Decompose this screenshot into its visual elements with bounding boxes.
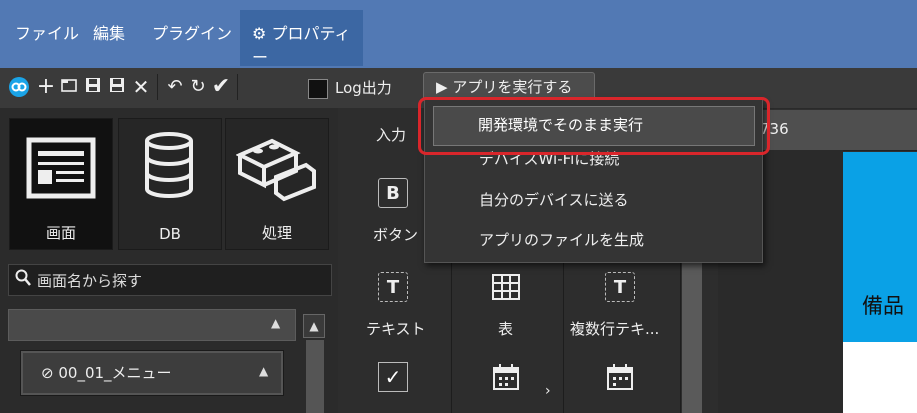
menu-edit[interactable]: 編集 <box>93 22 125 46</box>
preview-body <box>843 342 917 413</box>
palette-item-multiline-text[interactable]: 複数行テキ... <box>570 318 659 339</box>
chevron-up-icon: ▲ <box>259 364 269 378</box>
screen-icon <box>26 137 96 199</box>
menu-properties[interactable]: ⚙ プロパティー <box>240 10 363 67</box>
multiline-text-component-icon[interactable]: T <box>605 272 635 302</box>
check-icon[interactable]: ✔ <box>210 76 232 98</box>
table-icon[interactable] <box>491 272 521 306</box>
scroll-up-button[interactable]: ▲ <box>303 314 325 338</box>
button-component-icon[interactable]: B <box>378 178 408 208</box>
preview-title: 備品 <box>862 294 904 318</box>
menu-plugin[interactable]: プラグイン <box>152 22 232 46</box>
category-db[interactable]: DB <box>118 118 222 250</box>
category-label: 処理 <box>261 224 292 242</box>
database-icon <box>145 132 193 198</box>
screen-group-select[interactable]: ▲ <box>8 309 296 341</box>
text-component-icon[interactable]: T <box>378 272 408 302</box>
close-icon[interactable]: ✕ <box>130 76 152 98</box>
search-input[interactable]: 画面名から探す <box>8 264 332 296</box>
toolbar-separator <box>157 74 158 100</box>
palette-item-button[interactable]: ボタン <box>373 224 418 245</box>
gear-icon: ⚙ <box>252 24 267 43</box>
link-icon[interactable] <box>8 76 30 98</box>
dropdown-item-send-device[interactable]: 自分のデバイスに送る <box>479 189 629 211</box>
category-label: 画面 <box>45 224 76 242</box>
calendar-icon[interactable] <box>491 362 521 396</box>
calendar-icon[interactable] <box>605 362 635 396</box>
chevron-up-icon: ▲ <box>271 316 281 330</box>
category-process[interactable]: 処理 <box>225 118 329 250</box>
menu-bar: ファイル 編集 プラグイン ⚙ プロパティー <box>0 0 917 68</box>
log-label: Log出力 <box>335 79 392 97</box>
annotation-highlight <box>418 97 770 155</box>
screen-item-label: 00_01_メニュー <box>58 364 172 382</box>
blocks-icon <box>236 138 316 202</box>
search-icon <box>15 269 31 291</box>
scrollbar[interactable] <box>306 340 324 413</box>
category-screen[interactable]: 画面 <box>9 118 113 250</box>
menu-properties-label: プロパティー <box>252 24 351 67</box>
screen-item-menu[interactable]: ⊘ 00_01_メニュー ▲ <box>20 350 284 396</box>
category-label: DB <box>159 225 181 243</box>
play-icon: ▶ <box>436 78 448 96</box>
log-checkbox[interactable] <box>308 79 328 99</box>
undo-icon[interactable]: ↶ <box>164 76 186 98</box>
checkbox-component-icon[interactable]: ✓ <box>378 362 408 392</box>
palette-item-text[interactable]: テキスト <box>366 318 426 339</box>
save-as-icon[interactable] <box>106 76 128 98</box>
refresh-icon[interactable]: ↻ <box>187 76 209 98</box>
save-icon[interactable] <box>82 76 104 98</box>
toolbar-separator <box>237 74 238 100</box>
folder-icon[interactable] <box>58 76 80 98</box>
menu-file[interactable]: ファイル <box>15 22 79 46</box>
no-entry-icon: ⊘ <box>41 364 54 382</box>
palette-header: 入力 <box>376 126 407 144</box>
search-placeholder: 画面名から探す <box>37 272 143 290</box>
dropdown-item-generate-file[interactable]: アプリのファイルを生成 <box>479 229 644 251</box>
chevron-right-icon[interactable]: › <box>545 383 551 399</box>
plus-icon[interactable]: + <box>35 76 57 98</box>
palette-scrollbar[interactable] <box>682 240 702 413</box>
run-app-label: アプリを実行する <box>452 78 573 96</box>
palette-item-table[interactable]: 表 <box>498 318 513 339</box>
